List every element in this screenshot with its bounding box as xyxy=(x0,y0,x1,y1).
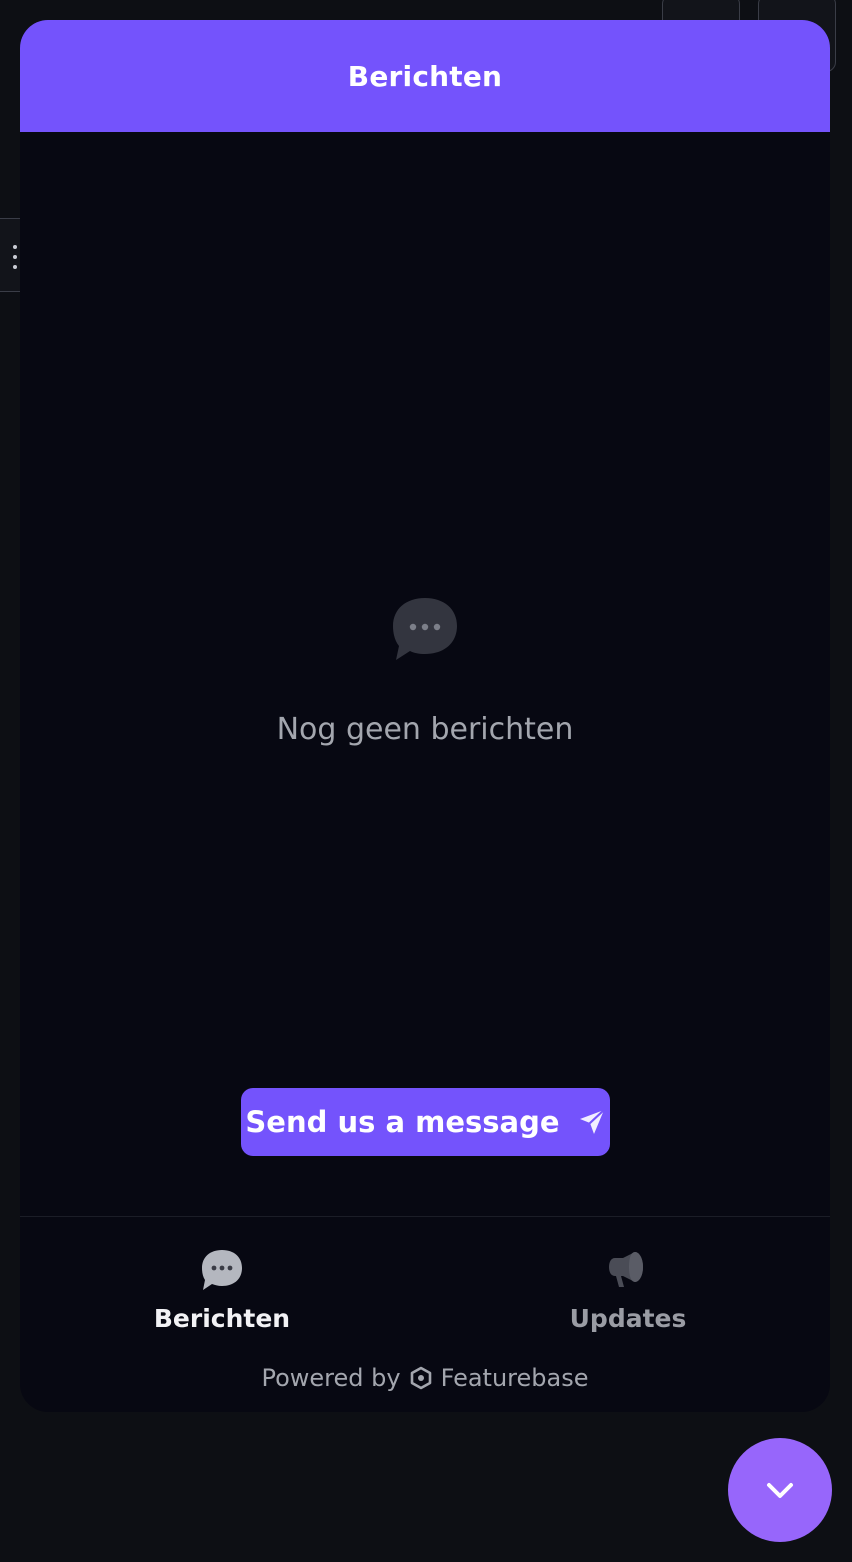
tab-updates[interactable]: Updates xyxy=(508,1246,748,1333)
powered-by-link[interactable]: Powered by Featurebase xyxy=(20,1364,830,1392)
brand-name: Featurebase xyxy=(440,1364,589,1392)
megaphone-icon xyxy=(609,1252,643,1287)
messenger-widget: Berichten Nog geen berichten Send us a m… xyxy=(20,20,830,1412)
empty-state-text: Nog geen berichten xyxy=(276,712,574,747)
tab-label: Berichten xyxy=(153,1304,291,1333)
powered-by-text: Powered by xyxy=(261,1364,401,1392)
widget-header: Berichten xyxy=(20,20,830,132)
chat-bubble-icon xyxy=(393,598,457,660)
divider xyxy=(20,1216,830,1217)
empty-state: Nog geen berichten xyxy=(20,596,830,747)
tab-label: Updates xyxy=(569,1304,687,1333)
chat-bubble-icon xyxy=(202,1250,242,1290)
send-message-label: Send us a message xyxy=(245,1105,560,1139)
tab-berichten[interactable]: Berichten xyxy=(102,1246,342,1333)
featurebase-logo-icon xyxy=(410,1366,431,1390)
page-title: Berichten xyxy=(347,59,503,93)
send-message-button[interactable]: Send us a message xyxy=(241,1088,610,1156)
send-icon xyxy=(579,1108,605,1134)
more-options-icon[interactable] xyxy=(12,244,18,270)
chevron-down-icon xyxy=(767,1483,793,1498)
close-widget-button[interactable] xyxy=(728,1438,832,1542)
